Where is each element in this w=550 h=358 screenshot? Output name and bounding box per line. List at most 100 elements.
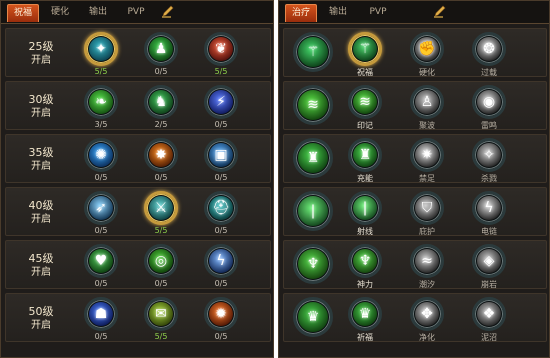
blue-mask-icon[interactable]: ☗ (84, 297, 118, 331)
skill-count: 0/5 (214, 332, 228, 341)
skill-count: 0/5 (214, 120, 228, 129)
green-staff-glyph: ⚚ (306, 44, 320, 60)
green-idol-glyph: ♛ (306, 309, 320, 325)
green-claw-mark-glyph: ≋ (359, 94, 371, 110)
heart-icon[interactable]: ♥ (84, 244, 118, 278)
edit-pencil-icon[interactable] (433, 4, 447, 18)
level-status: 开启 (31, 108, 51, 119)
skill-label: 射线 (357, 227, 373, 236)
skill-count: 0/5 (154, 67, 168, 76)
skill-label: 雷鸣 (481, 121, 497, 130)
green-giant-icon[interactable]: ♜ (293, 138, 333, 178)
gray-chain-icon[interactable]: ϟ (472, 191, 506, 225)
blue-burst-icon[interactable]: ✺ (84, 138, 118, 172)
lightning-icon[interactable]: ϟ (204, 244, 238, 278)
heart-glyph: ♥ (94, 253, 108, 269)
gray-crystal-icon[interactable]: ✧ (472, 138, 506, 172)
level-label: 25级 开启 (15, 40, 67, 68)
level-value: 40级 (28, 199, 54, 212)
gray-star-icon[interactable]: ✷ (410, 138, 444, 172)
level-label: 40级 开启 (15, 199, 67, 227)
skill-label: 充能 (357, 174, 373, 183)
gray-wave-glyph: ≈ (421, 253, 433, 269)
green-idol-icon[interactable]: ♛ (293, 297, 333, 337)
tab-harden[interactable]: 硬化 (45, 4, 75, 21)
green-giant-small-glyph: ♜ (358, 147, 372, 163)
level-status: 开启 (31, 55, 51, 66)
green-totem-small-icon[interactable]: ♆ (348, 244, 382, 278)
skill-count: 0/5 (214, 226, 228, 235)
green-warrior-glyph: ♞ (154, 94, 168, 110)
talent-panel-left: 祝福 硬化 输出 PVP 25级 开启 ✦ 5/5 ♟ 0/5 ❦ 5/5 30级 开启 ❧ 3/5 ♞… (0, 0, 274, 358)
gray-wave-icon[interactable]: ≈ (410, 244, 444, 278)
flame-glyph: ✹ (215, 306, 227, 322)
level-value: 50级 (28, 305, 54, 318)
skill-label: 过载 (481, 68, 497, 77)
green-scroll-glyph: ✉ (155, 306, 167, 322)
green-leaf-glyph: ❧ (95, 94, 107, 110)
skill-label: 硬化 (419, 68, 435, 77)
gray-shield-glyph: ⛉ (421, 200, 433, 216)
green-giant-small-icon[interactable]: ♜ (348, 138, 382, 172)
blue-mask-glyph: ☗ (94, 306, 108, 322)
blue-chest-icon[interactable]: ▣ (204, 138, 238, 172)
staff-bless-icon[interactable]: ⚚ (348, 32, 382, 66)
green-totem-icon[interactable]: ♆ (293, 244, 333, 284)
gray-shield-icon[interactable]: ⛉ (410, 191, 444, 225)
staff-bless-glyph: ⚚ (358, 41, 372, 57)
ice-spike-glyph: ➶ (95, 200, 107, 216)
gray-ring-glyph: ◉ (482, 94, 496, 110)
blue-slash-icon[interactable]: ⚡ (204, 85, 238, 119)
skill-count: 0/5 (154, 173, 168, 182)
tab-output[interactable]: 输出 (83, 4, 113, 21)
fire-burst-icon[interactable]: ✸ (144, 138, 178, 172)
teal-helmet-icon[interactable]: ⛑ (204, 191, 238, 225)
gray-stone-icon[interactable]: ◈ (472, 244, 506, 278)
gray-orb-icon[interactable]: ❂ (472, 32, 506, 66)
green-leaf-icon[interactable]: ❧ (84, 85, 118, 119)
skill-count: 0/5 (94, 226, 108, 235)
green-scroll-icon[interactable]: ✉ (144, 297, 178, 331)
green-staff-icon[interactable]: ⚚ (293, 32, 333, 72)
green-target-icon[interactable]: ◎ (144, 244, 178, 278)
blue-blade-icon[interactable]: ⚔ (144, 191, 178, 225)
skill-label: 禁足 (419, 174, 435, 183)
green-claw-mark-icon[interactable]: ≋ (348, 85, 382, 119)
gray-fist-icon[interactable]: ✊ (410, 32, 444, 66)
gray-mud-icon[interactable]: ❖ (472, 297, 506, 331)
green-beam-small-icon[interactable]: ❘ (348, 191, 382, 225)
flame-icon[interactable]: ✹ (204, 297, 238, 331)
skill-count: 5/5 (154, 226, 168, 235)
ice-spike-icon[interactable]: ➶ (84, 191, 118, 225)
red-feather-icon[interactable]: ❦ (204, 32, 238, 66)
green-idol-small-icon[interactable]: ♛ (348, 297, 382, 331)
skill-label: 聚波 (419, 121, 435, 130)
green-claw-icon[interactable]: ≋ (293, 85, 333, 125)
green-claw-glyph: ≋ (307, 97, 319, 113)
level-label: 45级 开启 (15, 252, 67, 280)
tab-output[interactable]: 输出 (323, 4, 353, 21)
level-status: 开启 (31, 161, 51, 172)
blue-slash-glyph: ⚡ (216, 94, 226, 110)
blue-blade-glyph: ⚔ (154, 200, 168, 216)
skill-count: 0/5 (94, 173, 108, 182)
gray-figure-icon[interactable]: ♙ (410, 85, 444, 119)
gray-ring-icon[interactable]: ◉ (472, 85, 506, 119)
lightning-glyph: ϟ (216, 253, 226, 269)
edit-pencil-icon[interactable] (161, 4, 175, 18)
green-beam-glyph: ❘ (307, 203, 319, 219)
tab-heal[interactable]: 治疗 (285, 4, 317, 22)
green-warrior-icon[interactable]: ♞ (144, 85, 178, 119)
level-status: 开启 (31, 320, 51, 331)
right-tab-bar: 治疗 输出 PVP (279, 1, 549, 24)
rune-circle-glyph: ✦ (95, 41, 107, 57)
skill-label: 泥沼 (481, 333, 497, 342)
green-beam-icon[interactable]: ❘ (293, 191, 333, 231)
gray-star-glyph: ✷ (421, 147, 433, 163)
tab-bless[interactable]: 祝福 (7, 4, 39, 22)
tab-pvp[interactable]: PVP (363, 4, 393, 21)
green-figure-icon[interactable]: ♟ (144, 32, 178, 66)
tab-pvp[interactable]: PVP (121, 4, 151, 21)
rune-circle-icon[interactable]: ✦ (84, 32, 118, 66)
gray-purify-icon[interactable]: ✥ (410, 297, 444, 331)
